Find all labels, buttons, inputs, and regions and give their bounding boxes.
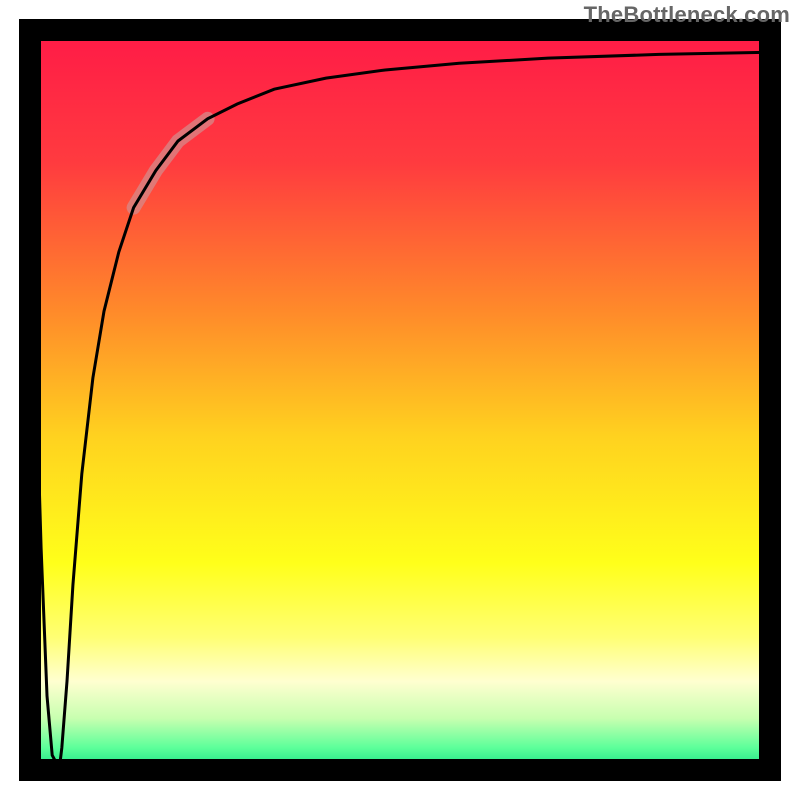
- plot-area: [30, 30, 770, 770]
- chart-stage: TheBottleneck.com: [0, 0, 800, 800]
- watermark-text: TheBottleneck.com: [584, 2, 790, 28]
- chart-svg: [0, 0, 800, 800]
- gradient-background: [30, 30, 770, 770]
